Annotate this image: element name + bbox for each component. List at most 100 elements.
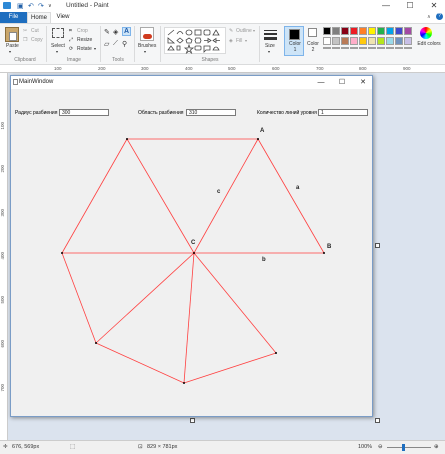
select-dropdown-icon[interactable]: ▾ (56, 49, 58, 54)
edit-colors-icon[interactable] (420, 27, 432, 39)
paste-icon[interactable] (5, 27, 19, 42)
rotate-button[interactable]: Rotate (77, 46, 92, 52)
fill-bucket-icon[interactable]: ◈ (113, 28, 118, 36)
rotate-dropdown-icon[interactable]: ▾ (94, 46, 96, 51)
palette-swatch[interactable] (323, 37, 331, 45)
vertex-point (275, 352, 277, 354)
crop-button[interactable]: Crop (77, 28, 88, 34)
paste-dropdown-icon[interactable]: ▾ (9, 49, 11, 54)
main-window: MainWindow — ☐ ✕ Радиус разбиения 300 Об… (10, 75, 373, 417)
brushes-button[interactable]: Brushes (138, 43, 156, 49)
vertex-point (183, 382, 185, 384)
vertex-label-b: B (327, 244, 332, 250)
size-icon[interactable] (264, 29, 277, 41)
divider (160, 26, 161, 62)
tools-group-label: Tools (112, 57, 124, 63)
magnifier-icon[interactable]: ⚲ (122, 40, 127, 48)
palette-swatch[interactable] (359, 37, 367, 45)
canvas-resize-handle[interactable] (375, 418, 380, 423)
minimize-button[interactable]: — (375, 0, 397, 12)
palette-swatch[interactable] (395, 37, 403, 45)
outline-button[interactable]: Outline (236, 28, 252, 34)
zoom-in-button[interactable]: ⊕ (434, 444, 439, 450)
palette-swatch[interactable] (404, 27, 412, 35)
palette-swatch[interactable] (368, 37, 376, 45)
vertex-point (257, 138, 259, 140)
shapes-gallery[interactable] (164, 27, 226, 54)
undo-icon[interactable]: ↶ (28, 2, 34, 10)
color2-label[interactable]: Color 2 (306, 41, 320, 53)
customize-quick-access-icon[interactable]: ∨ (48, 3, 52, 9)
collapse-ribbon-icon[interactable]: ∧ (427, 14, 431, 20)
palette-swatch[interactable] (386, 37, 394, 45)
rotate-icon: ⟳ (69, 46, 74, 52)
ruler-tick: 200 (98, 66, 106, 71)
cut-icon: ✂ (23, 28, 28, 34)
pencil-icon[interactable]: ✎ (104, 28, 110, 36)
color2-swatch[interactable] (308, 28, 317, 37)
clipboard-group-label: Clipboard (14, 57, 36, 63)
palette-swatch[interactable] (377, 27, 385, 35)
fill-dropdown-icon[interactable]: ▾ (245, 38, 247, 43)
canvas-resize-handle[interactable] (190, 418, 195, 423)
palette-swatch[interactable] (332, 37, 340, 45)
palette-swatch[interactable] (350, 37, 358, 45)
color-picker-icon[interactable]: ⟋ (113, 40, 118, 48)
palette-swatch[interactable] (350, 27, 358, 35)
vertex-point (193, 252, 195, 254)
palette-swatch[interactable] (332, 27, 340, 35)
paint-app-icon (3, 2, 11, 9)
canvas-resize-handle[interactable] (375, 243, 380, 248)
resize-button[interactable]: Resize (77, 37, 92, 43)
palette-swatch[interactable] (368, 27, 376, 35)
tab-file[interactable]: File (0, 12, 27, 23)
tab-home[interactable]: Home (27, 12, 51, 23)
select-icon[interactable] (52, 28, 64, 38)
palette-swatch[interactable] (404, 37, 412, 45)
palette-swatch[interactable] (386, 27, 394, 35)
redo-icon[interactable]: ↷ (38, 2, 44, 10)
text-tool-icon[interactable]: A (122, 27, 131, 36)
vertical-ruler: 100 200 300 400 500 600 700 (0, 73, 8, 440)
size-dropdown-icon[interactable]: ▾ (268, 49, 270, 54)
outline-dropdown-icon[interactable]: ▾ (253, 28, 255, 33)
ruler-tick: 100 (54, 66, 62, 71)
zoom-slider-thumb[interactable] (402, 444, 405, 451)
ruler-tick: 300 (0, 209, 5, 217)
palette-swatch[interactable] (341, 37, 349, 45)
edit-colors-button[interactable]: Edit colors (417, 41, 441, 47)
eraser-icon[interactable]: ▱ (104, 40, 109, 48)
cursor-position: 676, 569px (12, 444, 40, 450)
resize-icon: ⤢ (69, 37, 74, 43)
line (61, 138, 128, 254)
copy-button[interactable]: Copy (31, 37, 43, 43)
palette-swatch[interactable] (377, 37, 385, 45)
help-icon[interactable]: ? (436, 13, 443, 20)
maximize-button[interactable]: ☐ (399, 0, 421, 12)
color1-swatch (289, 29, 300, 40)
palette-swatch[interactable] (395, 27, 403, 35)
zoom-out-button[interactable]: ⊖ (378, 444, 383, 450)
edge-label-c: c (217, 189, 221, 195)
line (95, 252, 195, 344)
palette-swatch[interactable] (359, 27, 367, 35)
color1-label: Color 1 (289, 41, 301, 53)
status-bar: ✛ 676, 569px ⬚ ⊡ 829 × 781px 100% ⊖ ⊕ (0, 440, 445, 454)
paste-button[interactable]: Paste (6, 43, 19, 49)
ruler-tick: 500 (228, 66, 236, 71)
tab-view[interactable]: View (53, 12, 73, 23)
zoom-slider[interactable] (387, 447, 431, 448)
crop-icon: ⌗ (69, 28, 72, 34)
palette-swatch[interactable] (323, 27, 331, 35)
save-icon[interactable]: ▣ (17, 2, 24, 10)
image-size-icon: ⊡ (138, 444, 143, 450)
brush-icon[interactable] (140, 27, 154, 41)
fill-button[interactable]: Fill (236, 38, 242, 44)
brushes-dropdown-icon[interactable]: ▾ (144, 49, 146, 54)
fill-icon: ◈ (229, 38, 233, 44)
palette-swatch[interactable] (341, 27, 349, 35)
ruler-tick: 600 (272, 66, 280, 71)
close-button[interactable]: ✕ (423, 0, 445, 12)
line (183, 352, 277, 384)
cut-button[interactable]: Cut (31, 28, 39, 34)
